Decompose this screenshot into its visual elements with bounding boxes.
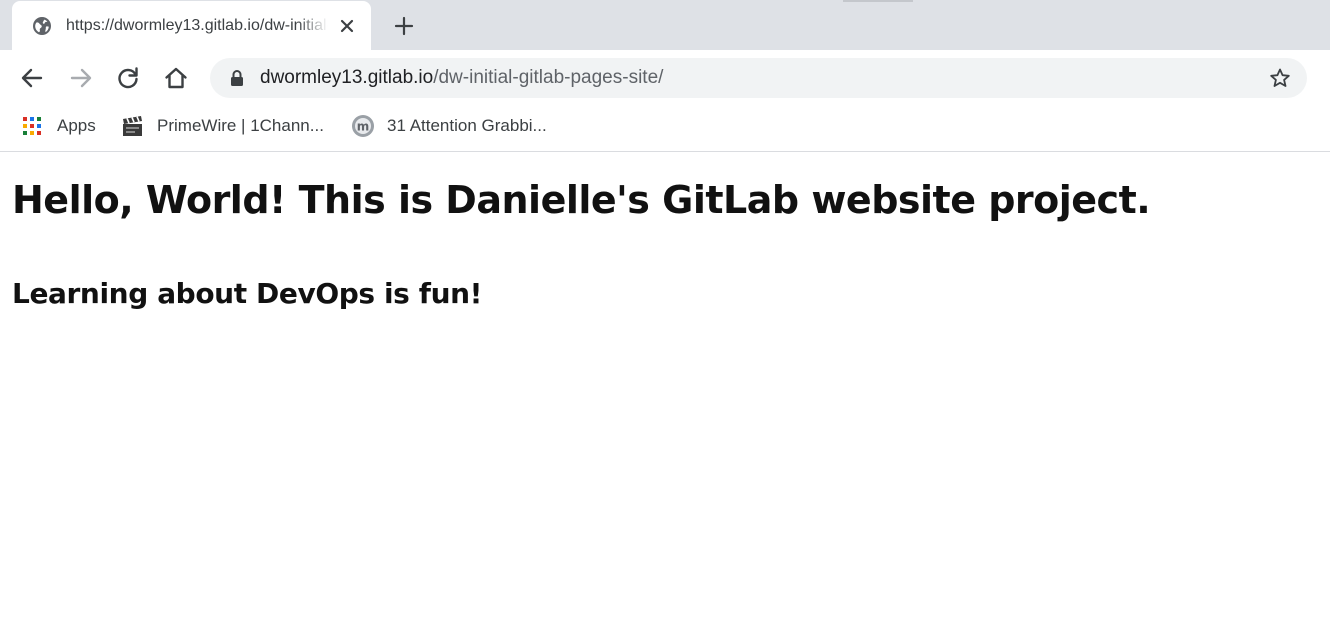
url-path: /dw-initial-gitlab-pages-site/ <box>433 67 664 88</box>
bookmark-apps[interactable]: Apps <box>22 114 96 138</box>
page-content: Hello, World! This is Danielle's GitLab … <box>0 153 1330 643</box>
tab-strip-drag-marker <box>843 0 913 2</box>
star-outline-icon[interactable] <box>1269 67 1291 89</box>
page-heading: Hello, World! This is Danielle's GitLab … <box>12 178 1151 222</box>
reload-icon[interactable] <box>115 65 141 91</box>
bookmark-primewire[interactable]: PrimeWire | 1Chann... <box>121 114 324 138</box>
apps-grid-icon <box>23 117 41 135</box>
bookmark-label: 31 Attention Grabbi... <box>387 116 547 135</box>
globe-icon <box>33 17 51 35</box>
plus-icon[interactable] <box>393 15 415 37</box>
lock-icon <box>231 70 243 86</box>
svg-text:m: m <box>357 120 370 134</box>
tab-strip: https://dwormley13.gitlab.io/dw-initial-… <box>0 0 1330 50</box>
bookmark-attention-grabbing[interactable]: m 31 Attention Grabbi... <box>351 114 547 138</box>
tab-title: https://dwormley13.gitlab.io/dw-initial-… <box>66 17 328 34</box>
back-arrow-icon[interactable] <box>19 65 45 91</box>
browser-window: https://dwormley13.gitlab.io/dw-initial-… <box>0 0 1330 643</box>
bookmark-label: PrimeWire | 1Chann... <box>157 116 324 135</box>
m-circle-icon: m <box>352 115 374 137</box>
url-text[interactable]: dwormley13.gitlab.io/dw-initial-gitlab-p… <box>260 67 663 89</box>
page-subheading: Learning about DevOps is fun! <box>12 277 483 310</box>
close-icon[interactable] <box>338 17 356 35</box>
home-icon[interactable] <box>163 65 189 91</box>
film-clapper-icon <box>123 116 142 136</box>
url-host: dwormley13.gitlab.io <box>260 67 434 88</box>
forward-arrow-icon[interactable] <box>68 65 94 91</box>
browser-toolbar: dwormley13.gitlab.io/dw-initial-gitlab-p… <box>0 50 1330 106</box>
bookmarks-bar: Apps PrimeWire | 1Chann... m 31 Attentio… <box>0 106 1330 152</box>
bookmark-label: Apps <box>57 116 96 135</box>
address-bar[interactable]: dwormley13.gitlab.io/dw-initial-gitlab-p… <box>210 58 1307 98</box>
tab-active[interactable]: https://dwormley13.gitlab.io/dw-initial-… <box>12 1 371 50</box>
